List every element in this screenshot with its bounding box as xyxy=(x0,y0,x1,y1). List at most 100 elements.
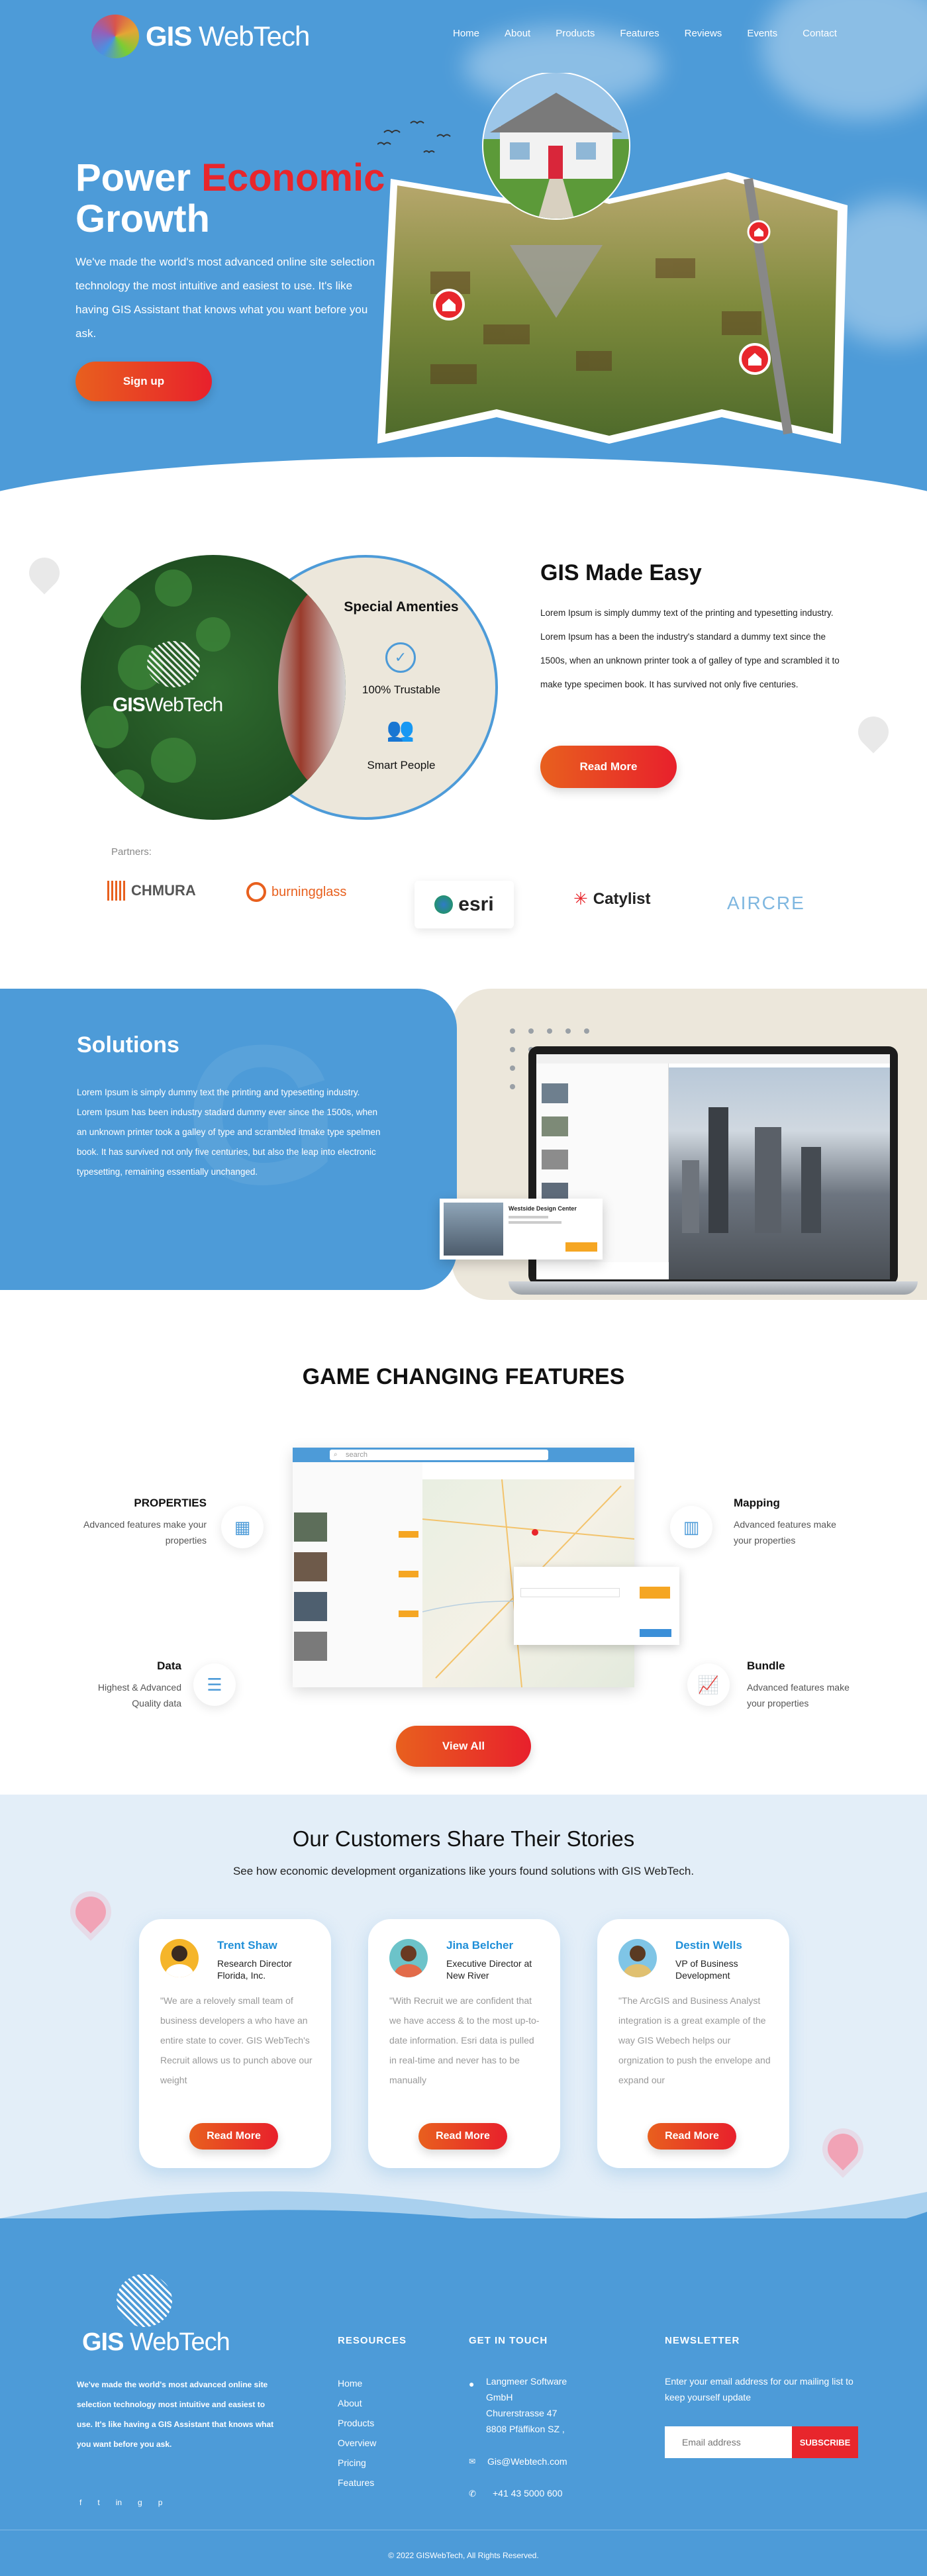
nav-home[interactable]: Home xyxy=(453,28,479,39)
testimonial-quote: "We are a relovely small team of busines… xyxy=(160,1995,313,2085)
app-toolbar xyxy=(536,1054,890,1064)
site-footer: GIS WebTech We've made the world's most … xyxy=(0,2218,927,2576)
partner-catylist[interactable]: ✳ Catylist xyxy=(573,889,651,909)
partner-burningglass[interactable]: burningglass xyxy=(246,882,346,902)
copyright: © 2022 GISWebTech, All Rights Reserved. xyxy=(388,2551,539,2560)
feature-title: PROPERTIES xyxy=(134,1497,207,1509)
linkedin-icon[interactable]: in xyxy=(116,2498,122,2507)
avatar xyxy=(618,1939,657,1977)
contact-address: Langmeer Software GmbH Churerstrasse 47 … xyxy=(486,2376,567,2434)
property-card[interactable]: Westside Design Center xyxy=(440,1199,603,1260)
feature-data: Data Highest & Advanced Quality data xyxy=(69,1660,181,1711)
subscribe-button[interactable]: SUBSCRIBE xyxy=(792,2426,858,2458)
solutions-blue-panel: G Solutions Lorem Ipsum is simply dummy … xyxy=(0,989,457,1290)
contact-phone[interactable]: +41 43 5000 600 xyxy=(493,2483,563,2503)
birds-decoration xyxy=(377,121,451,154)
contact-heading: GET IN TOUCH xyxy=(469,2335,548,2346)
building-icon: ▦ xyxy=(221,1506,264,1548)
venn-logo-text: GISWebTech xyxy=(113,694,223,716)
search-icon: ⌕ xyxy=(334,1451,338,1458)
social-links: f t in g p xyxy=(79,2498,162,2507)
nav-about[interactable]: About xyxy=(505,28,530,39)
feature-mapping: Mapping Advanced features make your prop… xyxy=(734,1497,853,1548)
signup-button[interactable]: Sign up xyxy=(75,362,212,401)
partners-label: Partners: xyxy=(111,846,152,858)
easy-read-more-button[interactable]: Read More xyxy=(540,746,677,788)
pinterest-icon[interactable]: p xyxy=(158,2498,163,2507)
contact-email[interactable]: Gis@Webtech.com xyxy=(487,2452,567,2471)
solutions-title: Solutions xyxy=(77,1032,179,1058)
listing-panel xyxy=(293,1462,422,1687)
avatar xyxy=(389,1939,428,1977)
testimonial-read-more-button[interactable]: Read More xyxy=(648,2123,736,2150)
property-card-title: Westside Design Center xyxy=(509,1205,577,1212)
features-screenshot: search ⌕ xyxy=(293,1448,679,1688)
property-thumbnail xyxy=(444,1203,503,1256)
nav-products[interactable]: Products xyxy=(556,28,595,39)
features-title: GAME CHANGING FEATURES xyxy=(302,1364,625,1389)
feature-title: Data xyxy=(157,1660,181,1672)
facebook-icon[interactable]: f xyxy=(79,2498,81,2507)
hero-section: GIS WebTech Home About Products Features… xyxy=(0,0,927,503)
newsletter-email-input[interactable] xyxy=(665,2426,792,2458)
easy-title: GIS Made Easy xyxy=(540,560,702,585)
growth-chart-icon: 📈 xyxy=(687,1663,730,1706)
nav-contact[interactable]: Contact xyxy=(803,28,837,39)
footer-link-products[interactable]: Products xyxy=(338,2413,376,2433)
twitter-icon[interactable]: t xyxy=(97,2498,99,2507)
footer-link-home[interactable]: Home xyxy=(338,2373,376,2393)
testimonial-role: Research Director Florida, Inc. xyxy=(217,1958,292,1981)
testimonial-read-more-button[interactable]: Read More xyxy=(189,2123,278,2150)
footer-link-features[interactable]: Features xyxy=(338,2473,376,2493)
feature-search-input[interactable]: search xyxy=(330,1450,548,1460)
site-logo[interactable]: GIS WebTech xyxy=(91,15,310,58)
hero-title: Power Economic Growth xyxy=(75,156,385,240)
testimonial-card: Trent Shaw Research Director Florida, In… xyxy=(139,1919,331,2168)
testimonial-quote: "The ArcGIS and Business Analyst integra… xyxy=(618,1995,771,2085)
testimonial-quote: "With Recruit we are confident that we h… xyxy=(389,1995,540,2085)
amenity-trustable: 100% Trustable xyxy=(362,683,441,696)
footer-about: We've made the world's most advanced onl… xyxy=(77,2380,274,2449)
testimonial-card: Destin Wells VP of Business Development … xyxy=(597,1919,789,2168)
nav-events[interactable]: Events xyxy=(747,28,777,39)
partner-aircre[interactable]: AIRCRE xyxy=(727,893,805,914)
partner-esri[interactable]: esri xyxy=(415,881,514,928)
feature-text: Advanced features make your properties xyxy=(734,1519,836,1546)
nav-features[interactable]: Features xyxy=(620,28,659,39)
logo-globe-icon xyxy=(91,15,139,58)
testimonial-name: Jina Belcher xyxy=(446,1939,514,1952)
hero-description: We've made the world's most advanced onl… xyxy=(75,256,375,340)
view-all-button[interactable]: View All xyxy=(396,1726,531,1767)
resources-heading: RESOURCES xyxy=(338,2335,407,2346)
testimonial-card: Jina Belcher Executive Director at New R… xyxy=(368,1919,560,2168)
pin-decoration-icon xyxy=(852,710,895,754)
share-dialog xyxy=(514,1567,679,1645)
app-header-bar: search ⌕ xyxy=(293,1448,634,1462)
testimonial-read-more-button[interactable]: Read More xyxy=(418,2123,507,2150)
share-social-buttons[interactable] xyxy=(640,1629,671,1637)
footer-logo-text[interactable]: GIS WebTech xyxy=(82,2328,230,2357)
testimonials-title: Our Customers Share Their Stories xyxy=(292,1826,635,1851)
footer-link-overview[interactable]: Overview xyxy=(338,2433,376,2453)
amenities-title: Special Amenties xyxy=(344,599,459,615)
feature-text: Highest & Advanced Quality data xyxy=(97,1682,181,1709)
shield-check-icon: ✓ xyxy=(385,642,416,673)
main-nav: Home About Products Features Reviews Eve… xyxy=(453,28,862,39)
testimonial-role: VP of Business Development xyxy=(675,1958,738,1981)
nav-reviews[interactable]: Reviews xyxy=(685,28,722,39)
chmura-bars-icon xyxy=(107,881,126,901)
feature-text: Advanced features make your properties xyxy=(83,1519,207,1546)
google-icon[interactable]: g xyxy=(138,2498,142,2507)
logo-globe-icon xyxy=(147,641,200,687)
phone-icon: ✆ xyxy=(469,2489,476,2499)
data-stack-icon: ☰ xyxy=(193,1663,236,1706)
easy-description: Lorem Ipsum is simply dummy text of the … xyxy=(540,608,840,689)
share-dialog-button[interactable] xyxy=(640,1587,670,1599)
feature-properties: PROPERTIES Advanced features make your p… xyxy=(78,1497,207,1548)
property-card-button[interactable] xyxy=(565,1242,597,1252)
people-icon: 👥 xyxy=(386,717,415,742)
partner-chmura[interactable]: CHMURA xyxy=(107,881,196,901)
footer-link-about[interactable]: About xyxy=(338,2393,376,2413)
logo-globe-icon xyxy=(117,2274,172,2327)
footer-link-pricing[interactable]: Pricing xyxy=(338,2453,376,2473)
